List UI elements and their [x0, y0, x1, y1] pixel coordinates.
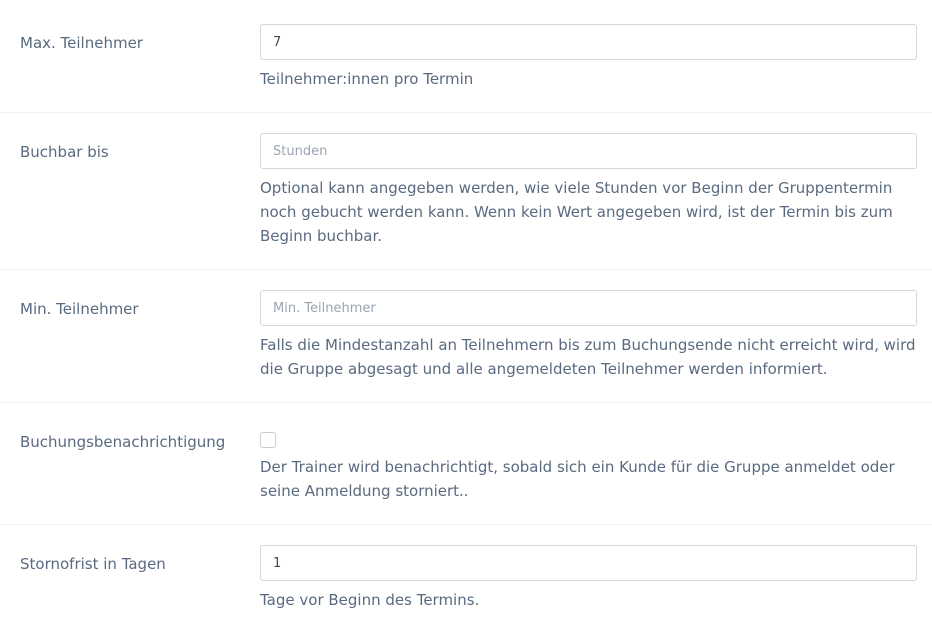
- min-participants-row: Min. Teilnehmer Falls die Mindestanzahl …: [0, 270, 932, 403]
- max-participants-row: Max. Teilnehmer Teilnehmer:innen pro Ter…: [0, 0, 932, 113]
- booking-notification-row: Buchungsbenachrichtigung Der Trainer wir…: [0, 403, 932, 525]
- booking-notification-checkbox[interactable]: [260, 432, 276, 448]
- cancellation-period-input[interactable]: [260, 545, 917, 581]
- max-participants-label: Max. Teilnehmer: [20, 34, 143, 52]
- max-participants-input[interactable]: [260, 24, 917, 60]
- bookable-until-label: Buchbar bis: [20, 143, 109, 161]
- cancellation-period-row: Stornofrist in Tagen Tage vor Beginn des…: [0, 525, 932, 630]
- min-participants-label: Min. Teilnehmer: [20, 300, 139, 318]
- cancellation-period-help: Tage vor Beginn des Termins.: [260, 591, 480, 609]
- bookable-until-hours-input[interactable]: [260, 133, 917, 169]
- booking-notification-help: Der Trainer wird benachrichtigt, sobald …: [260, 458, 895, 500]
- max-participants-help: Teilnehmer:innen pro Termin: [260, 70, 474, 88]
- min-participants-input[interactable]: [260, 290, 917, 326]
- bookable-until-help: Optional kann angegeben werden, wie viel…: [260, 179, 893, 245]
- group-settings-form: Max. Teilnehmer Teilnehmer:innen pro Ter…: [0, 0, 932, 630]
- booking-notification-label: Buchungsbenachrichtigung: [20, 433, 226, 451]
- cancellation-period-label: Stornofrist in Tagen: [20, 555, 166, 573]
- bookable-until-row: Buchbar bis Optional kann angegeben werd…: [0, 113, 932, 270]
- min-participants-help: Falls die Mindestanzahl an Teilnehmern b…: [260, 336, 916, 378]
